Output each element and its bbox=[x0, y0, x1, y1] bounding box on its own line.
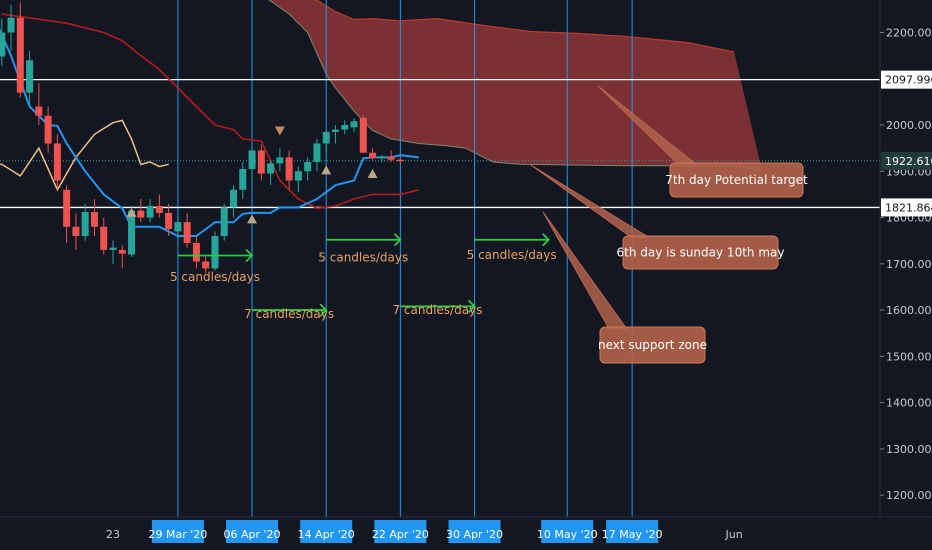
candle-body bbox=[202, 261, 210, 269]
candle-body bbox=[267, 163, 275, 174]
candle-body bbox=[239, 168, 247, 190]
price-axis[interactable]: 2200.0002000.0001900.0001800.0001700.000… bbox=[879, 0, 932, 550]
count-guide: 7 candles/days bbox=[392, 299, 482, 317]
candle-body bbox=[35, 106, 43, 116]
candle-body bbox=[192, 242, 200, 262]
date-tag: 17 May '20 bbox=[602, 528, 663, 541]
candle-body bbox=[44, 115, 52, 144]
candle-body bbox=[90, 211, 98, 227]
candle-body bbox=[396, 159, 404, 162]
candle-body bbox=[155, 205, 163, 213]
candle-body bbox=[322, 131, 330, 144]
callout-text: 7th day Potential target bbox=[665, 173, 808, 187]
y-tick-label: 1600.000 bbox=[886, 304, 932, 317]
y-tick-label: 1700.000 bbox=[886, 258, 932, 271]
date-tag: 29 Mar '20 bbox=[149, 528, 208, 541]
candle-body bbox=[285, 157, 293, 181]
candle-body bbox=[81, 211, 89, 237]
candle-body bbox=[220, 207, 228, 237]
x-tick-label: 23 bbox=[106, 528, 120, 541]
date-tag: 30 Apr '20 bbox=[446, 528, 503, 541]
price-chart[interactable]: 5 candles/days 7 candles/days 5 candles/da… bbox=[0, 0, 932, 550]
candle-body bbox=[211, 236, 219, 269]
candle-body bbox=[359, 118, 367, 153]
candle-body bbox=[53, 143, 61, 181]
callout-text: next support zone bbox=[598, 338, 707, 352]
candle-body bbox=[118, 249, 126, 254]
guide-label: 7 candles/days bbox=[244, 307, 334, 321]
callout-text: 6th day is sunday 10th may bbox=[617, 246, 785, 260]
guide-label: 5 candles/days bbox=[170, 270, 260, 284]
candle-body bbox=[0, 32, 6, 57]
candle-body bbox=[304, 162, 312, 172]
candle-body bbox=[369, 152, 377, 159]
candle-body bbox=[72, 226, 80, 237]
candle-body bbox=[109, 247, 117, 250]
guide-label: 7 candles/days bbox=[392, 303, 482, 317]
time-axis[interactable]: 23Apr9Jun1529 Mar '2006 Apr '2014 Apr '2… bbox=[0, 516, 932, 550]
candle-body bbox=[63, 189, 71, 227]
price-tag: 1922.610 bbox=[885, 155, 932, 168]
candle-body bbox=[331, 129, 339, 132]
candle bbox=[359, 115, 367, 153]
candle-body bbox=[100, 226, 108, 250]
y-tick-label: 1500.000 bbox=[886, 350, 932, 363]
candle-body bbox=[174, 222, 182, 232]
candle bbox=[211, 231, 219, 271]
y-tick-label: 1200.000 bbox=[886, 489, 932, 502]
price-tag: 2097.996 bbox=[885, 74, 932, 87]
y-tick-label: 2200.000 bbox=[886, 26, 932, 39]
candle-body bbox=[7, 17, 15, 33]
candle-body bbox=[378, 156, 386, 159]
candle-body bbox=[248, 150, 256, 169]
candle-body bbox=[341, 125, 349, 130]
date-tag: 10 May '20 bbox=[537, 528, 598, 541]
guide-label: 5 candles/days bbox=[467, 248, 557, 262]
candle-body bbox=[146, 205, 154, 218]
candle-body bbox=[16, 17, 24, 93]
y-tick-label: 1300.000 bbox=[886, 443, 932, 456]
candle-body bbox=[26, 60, 34, 93]
candle-body bbox=[276, 157, 284, 164]
candle bbox=[220, 203, 228, 241]
candle-body bbox=[257, 150, 265, 174]
candle-body bbox=[137, 210, 145, 218]
candle-body bbox=[294, 171, 302, 181]
candle-body bbox=[165, 212, 173, 230]
date-tag: 22 Apr '20 bbox=[372, 528, 429, 541]
price-tag: 1821.864 bbox=[885, 201, 932, 214]
candle-body bbox=[230, 189, 238, 208]
candle-body bbox=[128, 210, 136, 255]
x-tick-label: Jun bbox=[724, 528, 742, 541]
candle-body bbox=[350, 121, 358, 128]
candle-body bbox=[183, 222, 191, 243]
y-tick-label: 2000.000 bbox=[886, 119, 932, 132]
candle-body bbox=[313, 143, 321, 163]
candle-body bbox=[387, 156, 395, 160]
date-tag: 06 Apr '20 bbox=[224, 528, 281, 541]
date-tag: 14 Apr '20 bbox=[298, 528, 355, 541]
count-guide: 7 candles/days bbox=[244, 303, 334, 321]
y-tick-label: 1400.000 bbox=[886, 397, 932, 410]
guide-label: 5 candles/days bbox=[318, 250, 408, 264]
